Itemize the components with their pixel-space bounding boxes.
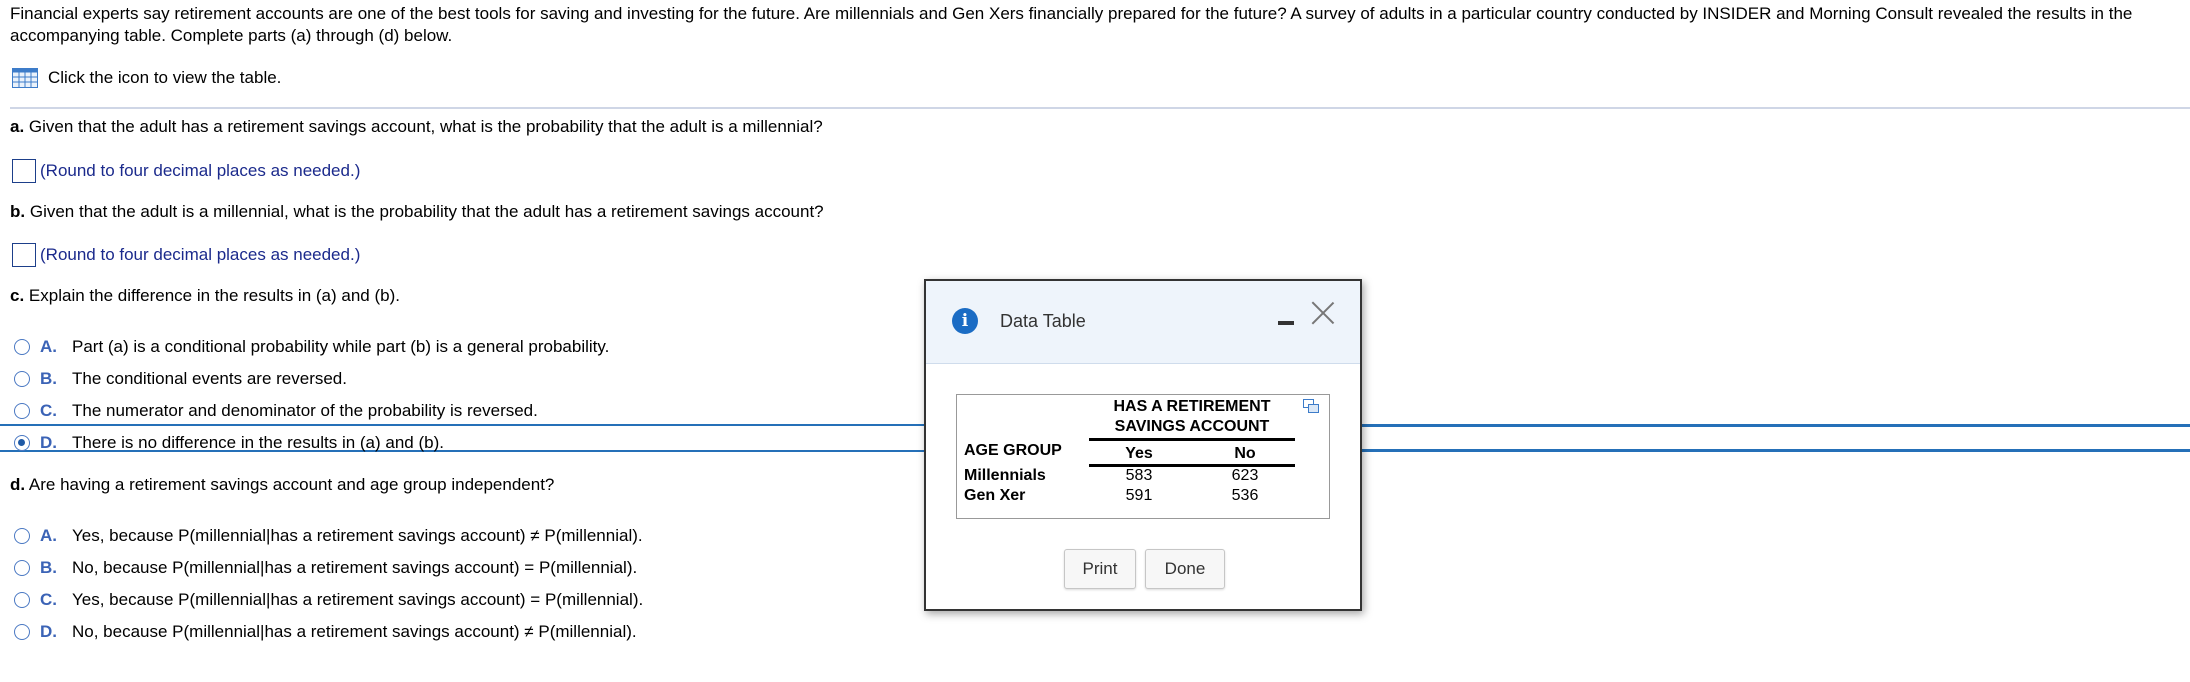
option-text[interactable]: The conditional events are reversed.: [72, 369, 347, 389]
copy-icon[interactable]: [1303, 399, 1319, 413]
option-letter: A.: [40, 337, 57, 356]
part-c-question: c. Explain the difference in the results…: [10, 285, 400, 307]
info-icon: i: [952, 308, 978, 334]
data-table: HAS A RETIREMENT SAVINGS ACCOUNT AGE GRO…: [956, 394, 1330, 519]
option-letter: A.: [40, 526, 57, 545]
dialog-header: i Data Table: [926, 281, 1360, 364]
option-text[interactable]: There is no difference in the results in…: [72, 433, 444, 453]
radio-button[interactable]: [14, 624, 30, 640]
radio-button[interactable]: [14, 403, 30, 419]
divider: [10, 107, 2190, 109]
part-b-hint: (Round to four decimal places as needed.…: [40, 245, 361, 264]
done-button[interactable]: Done: [1145, 549, 1225, 589]
option-text[interactable]: The numerator and denominator of the pro…: [72, 401, 538, 421]
row-label-millennials: Millennials: [964, 467, 1046, 484]
radio-button[interactable]: [14, 528, 30, 544]
group-header-line2: SAVINGS ACCOUNT: [1114, 418, 1270, 435]
part-a-text: Given that the adult has a retirement sa…: [28, 117, 823, 136]
part-a-hint: (Round to four decimal places as needed.…: [40, 161, 361, 180]
option-text[interactable]: No, because P(millennial|has a retiremen…: [72, 558, 637, 578]
part-c-option-b[interactable]: B. The conditional events are reversed.: [14, 367, 347, 391]
cell-millennials-no: 623: [1231, 467, 1259, 484]
data-table-dialog: i Data Table HAS A RETIREMENT SAVINGS AC…: [924, 279, 1362, 611]
option-letter: B.: [40, 558, 57, 577]
radio-button[interactable]: [14, 339, 30, 355]
part-c-text: Explain the difference in the results in…: [28, 286, 400, 305]
option-text[interactable]: No, because P(millennial|has a retiremen…: [72, 622, 637, 642]
column-header-yes: Yes: [1125, 445, 1153, 462]
part-a-question: a. Given that the adult has a retirement…: [10, 116, 823, 138]
part-b-answer-input[interactable]: [12, 243, 36, 267]
group-header: HAS A RETIREMENT SAVINGS ACCOUNT: [1089, 397, 1295, 437]
part-b-text: Given that the adult is a millennial, wh…: [29, 202, 824, 221]
part-a-answer-row: (Round to four decimal places as needed.…: [12, 158, 360, 184]
part-d-option-b[interactable]: B. No, because P(millennial|has a retire…: [14, 556, 637, 580]
radio-button[interactable]: [14, 371, 30, 387]
view-table-link[interactable]: Click the icon to view the table.: [12, 67, 281, 89]
part-c-option-d[interactable]: D. There is no difference in the results…: [14, 431, 444, 455]
print-button[interactable]: Print: [1064, 549, 1136, 589]
option-text[interactable]: Yes, because P(millennial|has a retireme…: [72, 590, 643, 610]
part-c-letter: c.: [10, 286, 25, 305]
part-b-letter: b.: [10, 202, 26, 221]
part-b-answer-row: (Round to four decimal places as needed.…: [12, 242, 360, 268]
header-rule: [1089, 438, 1295, 441]
part-d-text: Are having a retirement savings account …: [28, 475, 555, 494]
radio-button-selected[interactable]: [14, 435, 30, 451]
part-d-letter: d.: [10, 475, 26, 494]
part-a-letter: a.: [10, 117, 25, 136]
part-c-option-c[interactable]: C. The numerator and denominator of the …: [14, 399, 538, 423]
problem-intro: Financial experts say retirement account…: [10, 4, 2133, 45]
option-letter: D.: [40, 622, 57, 641]
group-header-line1: HAS A RETIREMENT: [1113, 398, 1271, 415]
part-b-question: b. Given that the adult is a millennial,…: [10, 201, 824, 223]
close-icon[interactable]: [1311, 301, 1335, 325]
dialog-title: Data Table: [1000, 311, 1086, 331]
radio-button[interactable]: [14, 560, 30, 576]
row-header: AGE GROUP: [964, 442, 1062, 459]
part-d-option-d[interactable]: D. No, because P(millennial|has a retire…: [14, 620, 637, 644]
column-header-no: No: [1234, 445, 1256, 462]
option-letter: D.: [40, 433, 57, 452]
part-a-answer-input[interactable]: [12, 159, 36, 183]
cell-genxer-yes: 591: [1125, 487, 1153, 504]
view-table-label[interactable]: Click the icon to view the table.: [48, 68, 281, 88]
table-grid-icon[interactable]: [12, 68, 38, 88]
row-label-genxer: Gen Xer: [964, 487, 1026, 504]
option-text[interactable]: Yes, because P(millennial|has a retireme…: [72, 526, 643, 546]
part-c-option-a[interactable]: A. Part (a) is a conditional probability…: [14, 335, 609, 359]
option-letter: C.: [40, 590, 57, 609]
cell-millennials-yes: 583: [1125, 467, 1153, 484]
option-text[interactable]: Part (a) is a conditional probability wh…: [72, 337, 609, 357]
part-d-question: d. Are having a retirement savings accou…: [10, 474, 554, 496]
radio-button[interactable]: [14, 592, 30, 608]
part-d-option-c[interactable]: C. Yes, because P(millennial|has a retir…: [14, 588, 643, 612]
option-letter: B.: [40, 369, 57, 388]
part-d-option-a[interactable]: A. Yes, because P(millennial|has a retir…: [14, 524, 643, 548]
option-letter: C.: [40, 401, 57, 420]
minimize-icon[interactable]: [1276, 312, 1296, 332]
cell-genxer-no: 536: [1231, 487, 1259, 504]
